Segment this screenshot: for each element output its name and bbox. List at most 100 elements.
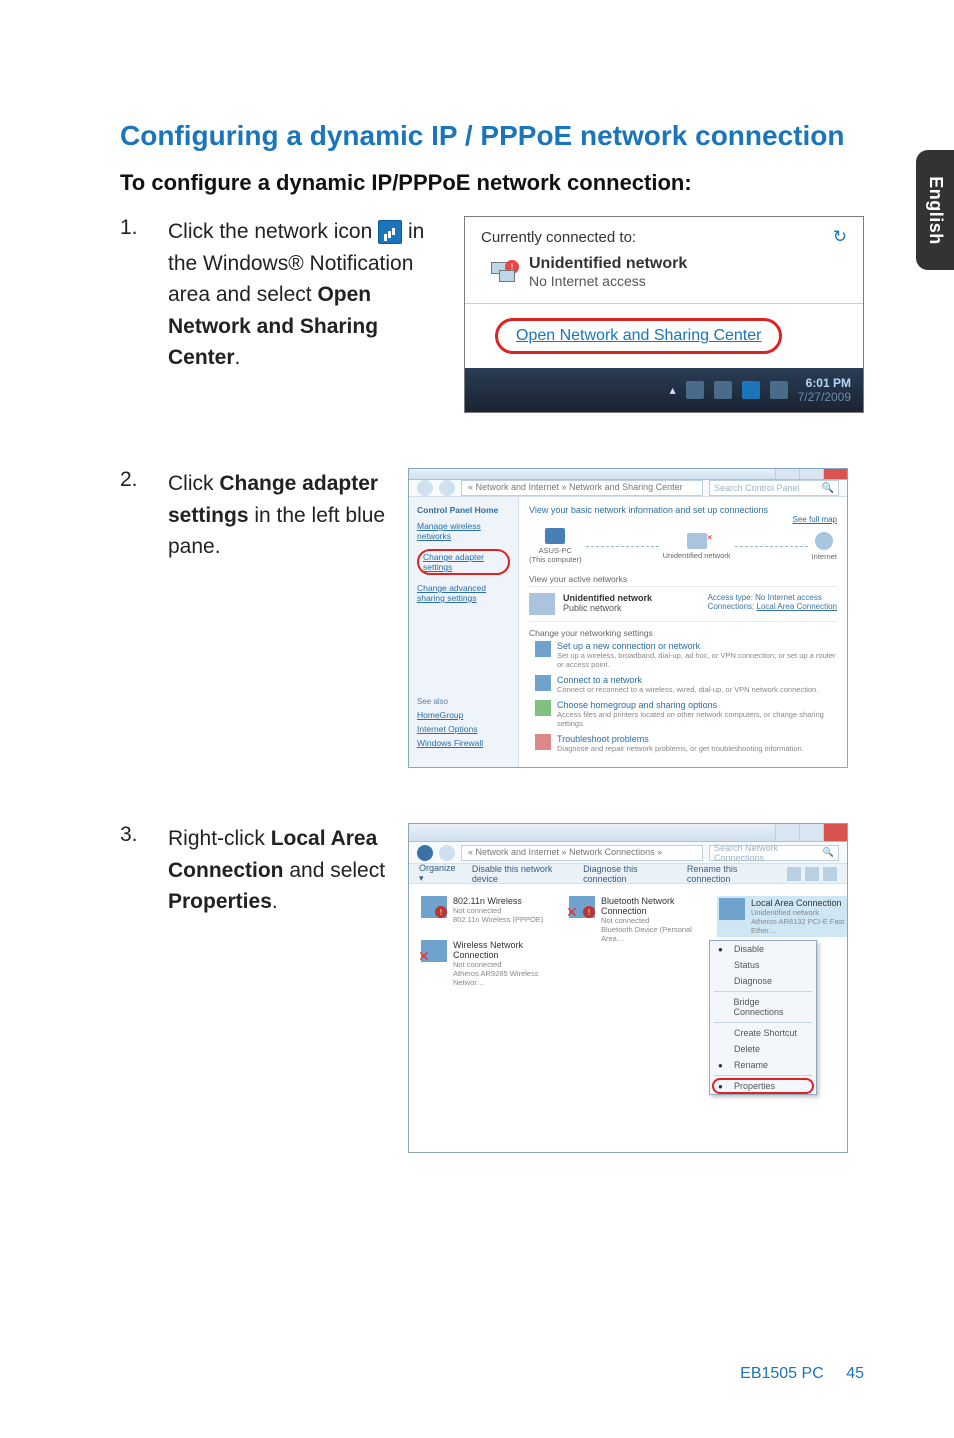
tray-flag-icon[interactable] — [686, 381, 704, 399]
nav-fwd-button[interactable] — [439, 845, 455, 861]
toolbar: Organize ▾ Disable this network device D… — [409, 864, 847, 884]
toolbar-diagnose[interactable]: Diagnose this connection — [583, 864, 673, 884]
section-subheading: To configure a dynamic IP/PPPoE network … — [120, 170, 864, 196]
sidebar-heading: Control Panel Home — [417, 505, 510, 515]
menu-properties[interactable]: Properties — [710, 1078, 816, 1094]
sidebar-link-inetopts[interactable]: Internet Options — [417, 724, 510, 734]
step-3-text: Right-click Local Area Connection and se… — [168, 823, 408, 1153]
open-network-center-link[interactable]: Open Network and Sharing Center — [516, 327, 761, 344]
homegroup-link[interactable]: Choose homegroup and sharing options — [557, 700, 837, 710]
connections-area: ! 802.11n WirelessNot connected802.11n W… — [409, 884, 847, 1152]
homegroup-icon — [535, 700, 551, 716]
sidebar-link-homegroup[interactable]: HomeGroup — [417, 710, 510, 720]
setup-connection-link[interactable]: Set up a new connection or network — [557, 641, 837, 651]
search-icon: 🔍 — [823, 847, 834, 858]
window-titlebar — [409, 824, 847, 842]
sidebar-link-sharing[interactable]: Change advanced sharing settings — [417, 583, 510, 603]
sidebar-link-adapter[interactable]: Change adapter settings — [417, 549, 510, 575]
main-panel: View your basic network information and … — [519, 497, 847, 767]
screenshot-network-connections: « Network and Internet » Network Connect… — [408, 823, 848, 1153]
nav-fwd-button[interactable] — [439, 480, 455, 496]
network-status: No Internet access — [529, 273, 687, 289]
sidebar: Control Panel Home Manage wireless netwo… — [409, 497, 519, 767]
toolbar-preview-button[interactable] — [805, 867, 819, 881]
step-1: 1. Click the network icon in the Windows… — [120, 216, 864, 413]
toolbar-disable[interactable]: Disable this network device — [472, 864, 569, 884]
footer-product: EB1505 PC — [740, 1365, 824, 1382]
window-close-button[interactable] — [823, 469, 847, 479]
step-2-text: Click Change adapter settings in the lef… — [168, 468, 408, 768]
connection-item[interactable]: Wireless Network ConnectionNot connected… — [421, 940, 551, 987]
step-3: 3. Right-click Local Area Connection and… — [120, 823, 864, 1153]
warn-badge-icon: ! — [435, 906, 447, 918]
step-3-number: 3. — [120, 823, 168, 1153]
toolbar-help-button[interactable] — [823, 867, 837, 881]
menu-bridge[interactable]: Bridge Connections — [710, 994, 816, 1020]
connect-network-link[interactable]: Connect to a network — [557, 675, 818, 685]
menu-delete[interactable]: Delete — [710, 1041, 816, 1057]
step-1-text: Click the network icon in the Windows® N… — [168, 216, 464, 413]
see-full-map-link[interactable]: See full map — [529, 515, 837, 524]
refresh-icon[interactable]: ↻ — [833, 227, 847, 247]
tray-power-icon[interactable] — [714, 381, 732, 399]
tray-clock[interactable]: 6:01 PM 7/27/2009 — [798, 376, 851, 405]
toolbar-organize[interactable]: Organize ▾ — [419, 863, 458, 884]
window-close-button[interactable] — [823, 824, 847, 841]
screenshot-network-center: « Network and Internet » Network and Sha… — [408, 468, 848, 768]
warn-badge-icon: ! — [583, 906, 595, 918]
tray-volume-icon[interactable] — [770, 381, 788, 399]
connection-item-selected[interactable]: Local Area ConnectionUnidentified networ… — [717, 896, 847, 937]
menu-shortcut[interactable]: Create Shortcut — [710, 1025, 816, 1041]
active-network-icon — [529, 593, 555, 615]
tray-chevron-icon[interactable]: ▴ — [670, 383, 676, 397]
window-titlebar — [409, 469, 847, 480]
troubleshoot-link[interactable]: Troubleshoot problems — [557, 734, 804, 744]
breadcrumb[interactable]: « Network and Internet » Network and Sha… — [461, 480, 703, 496]
setup-connection-icon — [535, 641, 551, 657]
currently-connected-label: Currently connected to: — [481, 229, 636, 246]
network-status-icon: ! — [489, 260, 517, 284]
menu-rename[interactable]: Rename — [710, 1057, 816, 1073]
breadcrumb[interactable]: « Network and Internet » Network Connect… — [461, 845, 703, 861]
troubleshoot-icon — [535, 734, 551, 750]
map-internet-icon — [815, 532, 833, 550]
network-map: ASUS-PC(This computer) Unidentified netw… — [529, 528, 837, 564]
active-networks-hdr: View your active networks — [529, 574, 837, 584]
nav-back-button[interactable] — [417, 480, 433, 496]
sidebar-link-firewall[interactable]: Windows Firewall — [417, 738, 510, 748]
context-menu: Disable Status Diagnose Bridge Connectio… — [709, 940, 817, 1095]
step-1-number: 1. — [120, 216, 168, 413]
map-pc-icon — [545, 528, 565, 544]
nav-back-button[interactable] — [417, 845, 433, 861]
sidebar-link-wireless[interactable]: Manage wireless networks — [417, 521, 510, 541]
toolbar-view-button[interactable] — [787, 867, 801, 881]
sidebar-see-also: See also — [417, 697, 510, 706]
screenshot-tray-popup: Currently connected to: ↻ ! Unidentified… — [464, 216, 864, 413]
language-tab-label: English — [925, 176, 946, 245]
connection-item[interactable]: ! Bluetooth Network ConnectionNot connec… — [569, 896, 699, 943]
step-2-number: 2. — [120, 468, 168, 768]
map-network-icon — [687, 533, 707, 549]
connect-network-icon — [535, 675, 551, 691]
search-input[interactable]: Search Network Connections 🔍 — [709, 845, 839, 861]
network-tray-icon — [378, 220, 402, 244]
section-heading: Configuring a dynamic IP / PPPoE network… — [120, 120, 864, 152]
window-max-button[interactable] — [799, 824, 823, 841]
menu-diagnose[interactable]: Diagnose — [710, 973, 816, 989]
connection-item[interactable]: ! 802.11n WirelessNot connected802.11n W… — [421, 896, 551, 924]
taskbar: ▴ 6:01 PM 7/27/2009 — [465, 368, 863, 412]
change-settings-hdr: Change your networking settings — [529, 628, 837, 638]
window-min-button[interactable] — [775, 824, 799, 841]
network-name: Unidentified network — [529, 255, 687, 273]
search-input[interactable]: Search Control Panel 🔍 — [709, 480, 839, 496]
tray-network-icon[interactable] — [742, 381, 760, 399]
main-hint: View your basic network information and … — [529, 505, 837, 515]
toolbar-rename[interactable]: Rename this connection — [687, 864, 773, 884]
window-max-button[interactable] — [799, 469, 823, 479]
highlight-ring: Open Network and Sharing Center — [495, 318, 782, 354]
search-icon: 🔍 — [822, 483, 834, 494]
window-min-button[interactable] — [775, 469, 799, 479]
menu-disable[interactable]: Disable — [710, 941, 816, 957]
page-footer: EB1505 PC 45 — [740, 1365, 864, 1383]
menu-status[interactable]: Status — [710, 957, 816, 973]
